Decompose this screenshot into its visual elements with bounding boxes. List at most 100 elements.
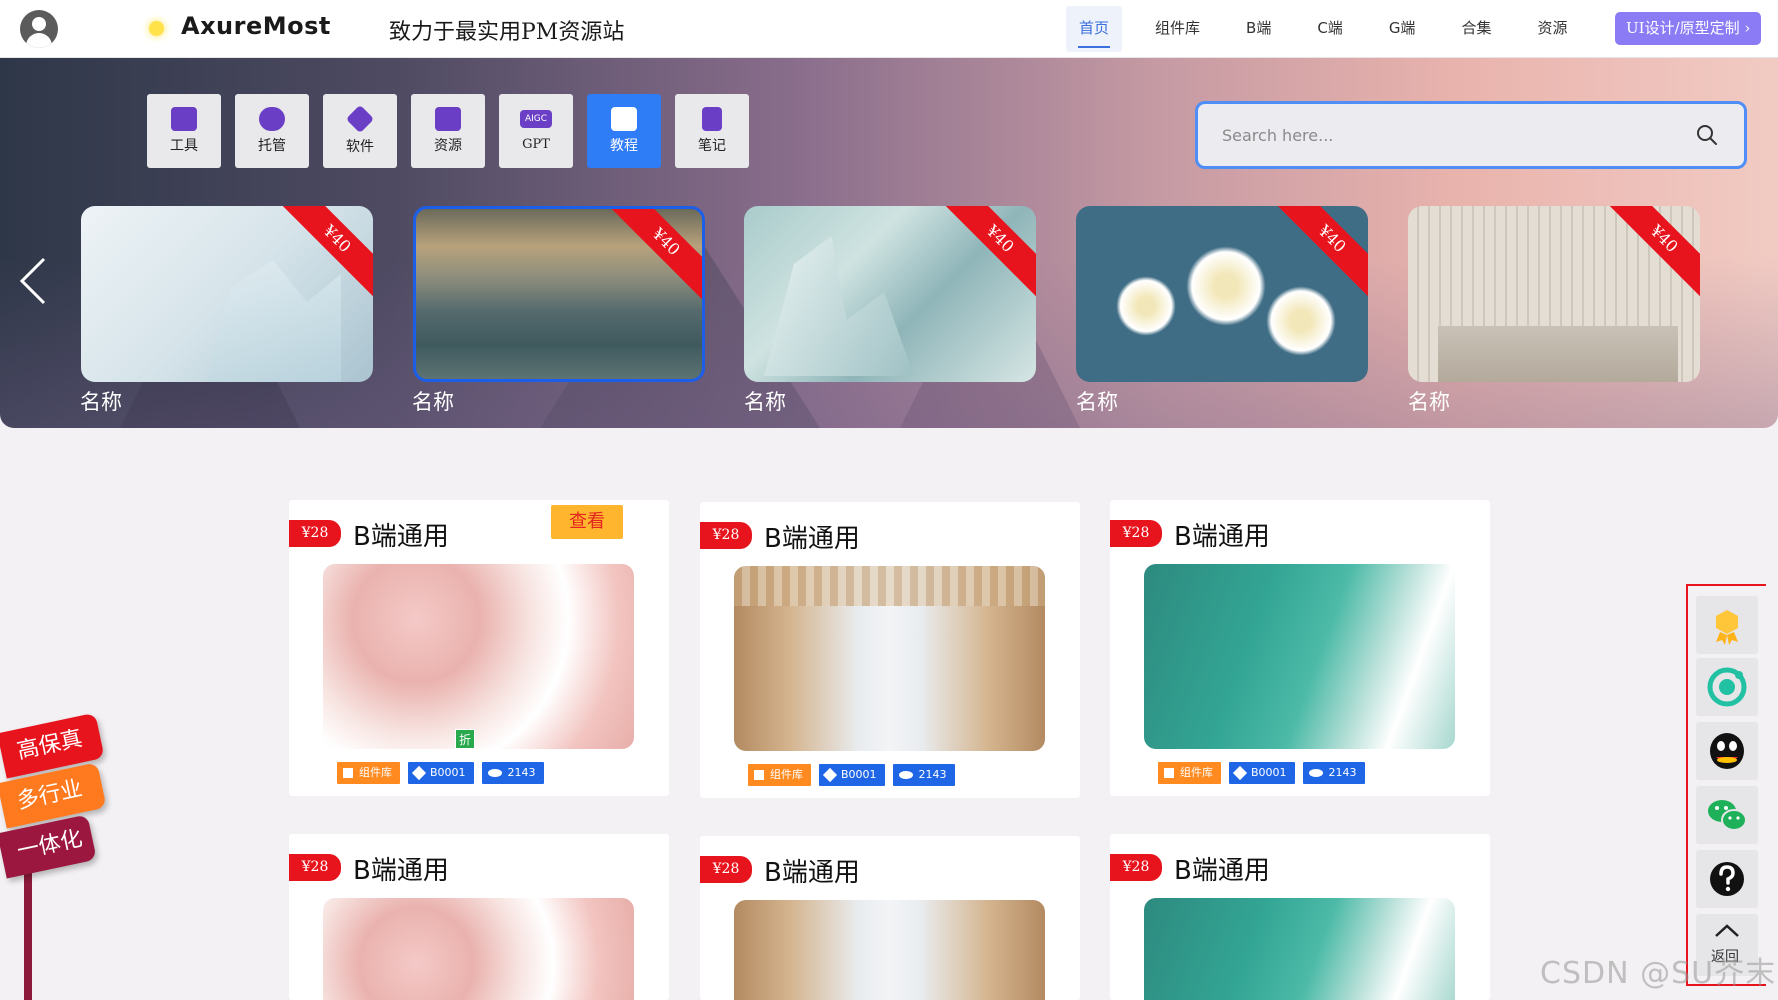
map-pin-icon bbox=[435, 107, 461, 131]
tag-label: B0001 bbox=[430, 766, 466, 779]
float-medal[interactable] bbox=[1696, 596, 1758, 654]
card-tags: 组件库 B0001 2143 bbox=[748, 764, 963, 786]
promo-pole bbox=[24, 860, 32, 1000]
category-label: 软件 bbox=[346, 139, 374, 155]
float-qq[interactable] bbox=[1696, 722, 1758, 780]
category-tools[interactable]: 工具 bbox=[147, 94, 221, 168]
slide-name[interactable]: 名称 bbox=[744, 386, 786, 416]
tag-category[interactable]: 组件库 bbox=[337, 762, 400, 784]
user-avatar-icon[interactable] bbox=[20, 10, 58, 48]
tag-label: B0001 bbox=[841, 768, 877, 781]
slide-price-ribbon: ¥40 bbox=[1603, 206, 1700, 300]
custom-design-button[interactable]: UI设计/原型定制 › bbox=[1615, 12, 1761, 45]
float-help[interactable] bbox=[1696, 850, 1758, 908]
tag-code[interactable]: B0001 bbox=[819, 764, 885, 786]
daisy-shape bbox=[1266, 286, 1336, 356]
tag-code[interactable]: B0001 bbox=[1229, 762, 1295, 784]
slide-name[interactable]: 名称 bbox=[1076, 386, 1118, 416]
tag-views: 2143 bbox=[892, 764, 955, 786]
card-title[interactable]: B端通用 bbox=[1174, 850, 1270, 887]
qq-icon bbox=[1710, 733, 1744, 769]
briefcase-icon bbox=[171, 107, 197, 131]
card-image[interactable] bbox=[323, 898, 634, 1000]
cube-icon bbox=[345, 104, 375, 134]
slide-price-ribbon: ¥40 bbox=[1271, 206, 1368, 300]
search-input[interactable] bbox=[1222, 122, 1662, 148]
card-image[interactable] bbox=[323, 564, 634, 749]
tag-label: 2143 bbox=[1328, 766, 1357, 779]
category-label: 教程 bbox=[610, 138, 638, 154]
notepad-icon bbox=[702, 107, 722, 131]
nav-c-end[interactable]: C端 bbox=[1304, 6, 1355, 52]
nav-components[interactable]: 组件库 bbox=[1142, 6, 1213, 52]
medal-icon bbox=[1716, 610, 1738, 645]
nav-collections[interactable]: 合集 bbox=[1448, 6, 1504, 52]
category-notes[interactable]: 笔记 bbox=[675, 94, 749, 168]
card-title[interactable]: B端通用 bbox=[1174, 516, 1270, 553]
product-card[interactable]: ¥28 B端通用 查看 折 组件库 B0001 2143 bbox=[289, 500, 669, 796]
float-wechat[interactable] bbox=[1696, 786, 1758, 844]
card-image[interactable] bbox=[734, 900, 1045, 1000]
slide-name[interactable]: 名称 bbox=[80, 386, 122, 416]
tag-icon bbox=[1232, 765, 1248, 781]
carousel-slide[interactable]: ¥40 bbox=[1076, 206, 1368, 382]
product-card[interactable]: ¥28 B端通用 组件库 B0001 2143 bbox=[700, 502, 1080, 798]
card-title[interactable]: B端通用 bbox=[353, 516, 449, 553]
card-price-tag: ¥28 bbox=[1110, 854, 1162, 881]
discount-badge: 折 bbox=[455, 729, 475, 749]
product-card[interactable]: ¥28 B端通用 bbox=[1110, 834, 1490, 1000]
category-resources[interactable]: 资源 bbox=[411, 94, 485, 168]
eye-icon bbox=[1308, 769, 1323, 777]
tag-category[interactable]: 组件库 bbox=[1158, 762, 1221, 784]
aigc-icon: AIGC bbox=[520, 110, 552, 128]
product-card[interactable]: ¥28 B端通用 bbox=[289, 834, 669, 1000]
view-button[interactable]: 查看 bbox=[551, 505, 623, 539]
category-label: 工具 bbox=[170, 138, 198, 154]
card-price-tag: ¥28 bbox=[700, 856, 752, 883]
eye-icon bbox=[898, 771, 913, 779]
carousel-prev-icon[interactable] bbox=[18, 256, 48, 306]
slide-name[interactable]: 名称 bbox=[1408, 386, 1450, 416]
search-icon[interactable] bbox=[1696, 124, 1718, 146]
slide-name[interactable]: 名称 bbox=[412, 386, 454, 416]
watermark-text: CSDN @SU芥末 bbox=[1540, 956, 1777, 991]
tag-views: 2143 bbox=[481, 762, 544, 784]
nav-resources[interactable]: 资源 bbox=[1524, 6, 1580, 52]
logo-sun-icon bbox=[149, 21, 164, 36]
site-logo[interactable]: AxureMost bbox=[181, 12, 331, 40]
category-row: 工具 托管 软件 资源 AIGC GPT 教程 笔记 bbox=[147, 94, 763, 168]
card-price-tag: ¥28 bbox=[289, 854, 341, 881]
nav-g-end[interactable]: G端 bbox=[1376, 6, 1429, 52]
carousel-slide[interactable]: ¥40 bbox=[1408, 206, 1700, 382]
category-hosting[interactable]: 托管 bbox=[235, 94, 309, 168]
carousel-slide-selected[interactable]: ¥40 bbox=[413, 206, 705, 382]
carousel-slide[interactable]: ¥40 bbox=[81, 206, 373, 382]
card-title[interactable]: B端通用 bbox=[764, 518, 860, 555]
card-tags: 组件库 B0001 2143 bbox=[1158, 762, 1373, 784]
card-image[interactable] bbox=[734, 566, 1045, 751]
product-card[interactable]: ¥28 B端通用 组件库 B0001 2143 bbox=[1110, 500, 1490, 796]
float-ring[interactable] bbox=[1696, 658, 1758, 716]
category-tutorial[interactable]: 教程 bbox=[587, 94, 661, 168]
search-box bbox=[1195, 101, 1747, 169]
category-software[interactable]: 软件 bbox=[323, 94, 397, 168]
tag-label: 2143 bbox=[918, 768, 947, 781]
tag-label: B0001 bbox=[1251, 766, 1287, 779]
card-title[interactable]: B端通用 bbox=[353, 850, 449, 887]
card-image[interactable] bbox=[1144, 898, 1455, 1000]
card-image[interactable] bbox=[1144, 564, 1455, 749]
furniture-shape bbox=[1438, 326, 1678, 382]
product-card[interactable]: ¥28 B端通用 bbox=[700, 836, 1080, 1000]
float-sidebar: 返回 bbox=[1686, 584, 1766, 986]
nav-b-end[interactable]: B端 bbox=[1233, 6, 1284, 52]
help-icon bbox=[1710, 862, 1744, 896]
card-title[interactable]: B端通用 bbox=[764, 852, 860, 889]
nav-home[interactable]: 首页 bbox=[1066, 6, 1123, 52]
category-gpt[interactable]: AIGC GPT bbox=[499, 94, 573, 168]
category-label: 资源 bbox=[434, 138, 462, 154]
carousel-slide[interactable]: ¥40 bbox=[744, 206, 1036, 382]
component-icon bbox=[1164, 768, 1174, 778]
tag-label: 组件库 bbox=[770, 768, 803, 781]
tag-category[interactable]: 组件库 bbox=[748, 764, 811, 786]
tag-code[interactable]: B0001 bbox=[408, 762, 474, 784]
